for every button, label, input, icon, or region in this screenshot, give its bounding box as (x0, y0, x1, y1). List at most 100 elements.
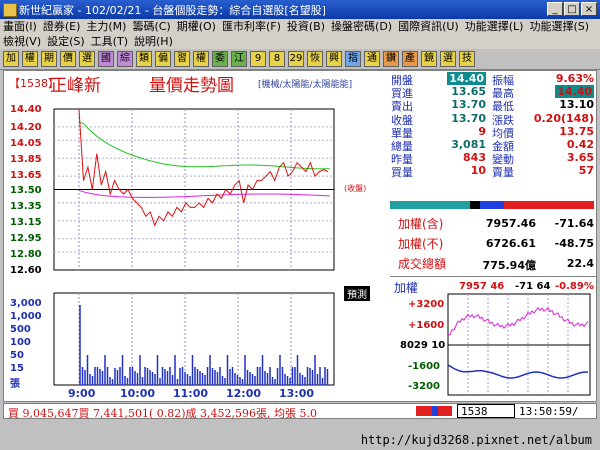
quote-row: 買量 10 賣量 57 (389, 164, 596, 180)
window-title: 新世紀贏家 - 102/02/21 - 台盤個股走勢：綜合自選股[名望股] (19, 4, 326, 17)
index-mini-chart[interactable]: 加權 7957 46 -71 64 -0.89% +3200 +1600 802… (390, 276, 596, 402)
toolbar-button[interactable]: 類 (136, 51, 152, 67)
y-tick-label: 14.40 (10, 104, 42, 115)
toolbar-button[interactable]: 加 (3, 51, 19, 67)
volume-tick-label: 3,000 (10, 298, 42, 309)
quote-value: 9.63% (555, 72, 594, 85)
index-change: -71.64 (554, 217, 594, 230)
menu-screen[interactable]: 畫面(I) (0, 19, 40, 34)
menu-tools[interactable]: 工具(T) (88, 34, 131, 49)
toolbar-button[interactable]: 價 (60, 51, 76, 67)
menu-options[interactable]: 期權(O) (174, 19, 219, 34)
toolbar-button[interactable]: 恢 (307, 51, 323, 67)
volume-tick-label: 100 (10, 337, 31, 348)
price-line (78, 108, 329, 227)
volume-tick-label: 1,000 (10, 311, 42, 322)
volume-tick-label: 15 (10, 363, 24, 374)
menu-codes[interactable]: 操盤密碼(D) (328, 19, 395, 34)
menu-intl[interactable]: 國際資訊(U) (395, 19, 462, 34)
menu-forex[interactable]: 匯市利率(F) (219, 19, 284, 34)
toolbar-button[interactable]: 江 (231, 51, 247, 67)
status-colorbar (416, 406, 452, 416)
x-tick-label: 11:00 (173, 387, 209, 400)
volume-tick-label: 50 (10, 350, 24, 361)
toolbar-button[interactable]: 9 (250, 51, 266, 67)
mini-y-label: 8029 10 (400, 340, 446, 351)
toolbar-button[interactable]: 權 (193, 51, 209, 67)
mini-y-label: -1600 (408, 361, 440, 372)
toolbar-button[interactable]: 8 (269, 51, 285, 67)
app-icon (3, 3, 17, 17)
y-tick-label-close: 13.50 (10, 185, 42, 196)
title-bar: 新世紀贏家 - 102/02/21 - 台盤個股走勢：綜合自選股[名望股] _ … (0, 0, 600, 19)
menu-invest[interactable]: 投資(B) (284, 19, 328, 34)
maximize-button[interactable]: □ (564, 2, 580, 16)
mini-chart-change: -71 64 (515, 281, 551, 292)
y-tick-label: 13.15 (10, 217, 42, 228)
index-change: -48.75 (554, 237, 594, 250)
toolbar-button[interactable]: 通 (364, 51, 380, 67)
index-row: 加權(不) 6726.61 -48.75 (390, 235, 596, 253)
index-label: 成交總額 (398, 257, 447, 271)
quote-value: 843 (463, 151, 486, 165)
menu-row-1: 畫面(I) 證券(E) 主力(M) 籌碼(C) 期權(O) 匯市利率(F) 投資(B) 操盤密… (0, 19, 600, 34)
toolbar-button[interactable]: 指 (345, 51, 361, 67)
toolbar-button[interactable]: 選 (440, 51, 456, 67)
toolbar-button[interactable]: 國 (98, 51, 114, 67)
price-chart-svg[interactable] (4, 71, 386, 401)
index-value: 6726.61 (485, 237, 536, 250)
y-tick-label: 13.85 (10, 154, 42, 165)
mini-frame (447, 293, 591, 396)
quote-label: 賣量 (492, 166, 514, 180)
menu-view[interactable]: 檢視(V) (0, 34, 44, 49)
menu-main[interactable]: 主力(M) (83, 19, 129, 34)
volume-unit-label: 張 (10, 379, 20, 390)
toolbar-button[interactable]: 29 (288, 51, 304, 67)
quote-value: 10 (470, 164, 486, 178)
menu-bar: 畫面(I) 證券(E) 主力(M) 籌碼(C) 期權(O) 匯市利率(F) 投資(B) 操盤密… (0, 19, 600, 50)
toolbar-button[interactable]: 鏡 (421, 51, 437, 67)
toolbar-button[interactable]: 綜 (117, 51, 133, 67)
menu-function-2[interactable]: 功能選擇(S) (526, 19, 592, 34)
mini-chart-percent: -0.89% (555, 281, 594, 292)
mini-y-label: +1600 (408, 320, 445, 331)
close-button[interactable]: × (581, 2, 597, 16)
index-relative-line (78, 189, 330, 198)
index-label: 加權(含) (398, 217, 444, 231)
quote-row: 總量 3,081 金額 0.42 (389, 138, 596, 153)
toolbar-button[interactable]: 選 (79, 51, 95, 67)
mini-y-label: -3200 (408, 381, 440, 392)
stock-code-input[interactable]: 1538 (457, 404, 515, 418)
y-tick-label: 12.95 (10, 233, 42, 244)
y-tick-label: 14.05 (10, 138, 42, 149)
stock-name: 正峰新 (50, 76, 101, 96)
toolbar-button[interactable]: 偏 (155, 51, 171, 67)
main-panel: 【1538】 正峰新 量價走勢圖 [機械/太陽能/太陽能能] 14.40 14.… (3, 70, 597, 402)
menu-function[interactable]: 功能選擇(L) (462, 19, 527, 34)
quote-value: 0.20(148) (533, 111, 594, 125)
quote-value: 57 (578, 164, 594, 178)
minimize-button[interactable]: _ (547, 2, 563, 16)
toolbar-button[interactable]: 產 (402, 51, 418, 67)
price-plot-frame (53, 108, 335, 271)
menu-help[interactable]: 說明(H) (131, 34, 176, 49)
quote-row: 開盤 14.40 振幅 9.63% (389, 72, 596, 87)
menu-chips[interactable]: 籌碼(C) (129, 19, 173, 34)
toolbar-button[interactable]: 技 (459, 51, 475, 67)
quote-value: 14.40 (447, 72, 486, 85)
toolbar-button[interactable]: 期 (41, 51, 57, 67)
toolbar-button[interactable]: 權 (22, 51, 38, 67)
menu-settings[interactable]: 設定(S) (44, 34, 88, 49)
toolbar-button[interactable]: 興 (326, 51, 342, 67)
toolbar: 加權期價選國綜類偏習權委江 9 8 29 恢興指通鑽產鏡選技 (0, 49, 600, 70)
forecast-badge[interactable]: 預測 (344, 286, 370, 301)
watermark-url: http://kujd3268.pixnet.net/album (360, 433, 592, 447)
toolbar-button[interactable]: 鑽 (383, 51, 399, 67)
industry-tags[interactable]: [機械/太陽能/太陽能能] (258, 77, 352, 90)
menu-securities[interactable]: 證券(E) (40, 19, 84, 34)
y-tick-label: 13.65 (10, 170, 42, 181)
quote-row: 單量 9 均價 13.75 (389, 125, 596, 140)
mini-chart-title: 加權 (394, 281, 419, 295)
toolbar-button[interactable]: 委 (212, 51, 228, 67)
toolbar-button[interactable]: 習 (174, 51, 190, 67)
